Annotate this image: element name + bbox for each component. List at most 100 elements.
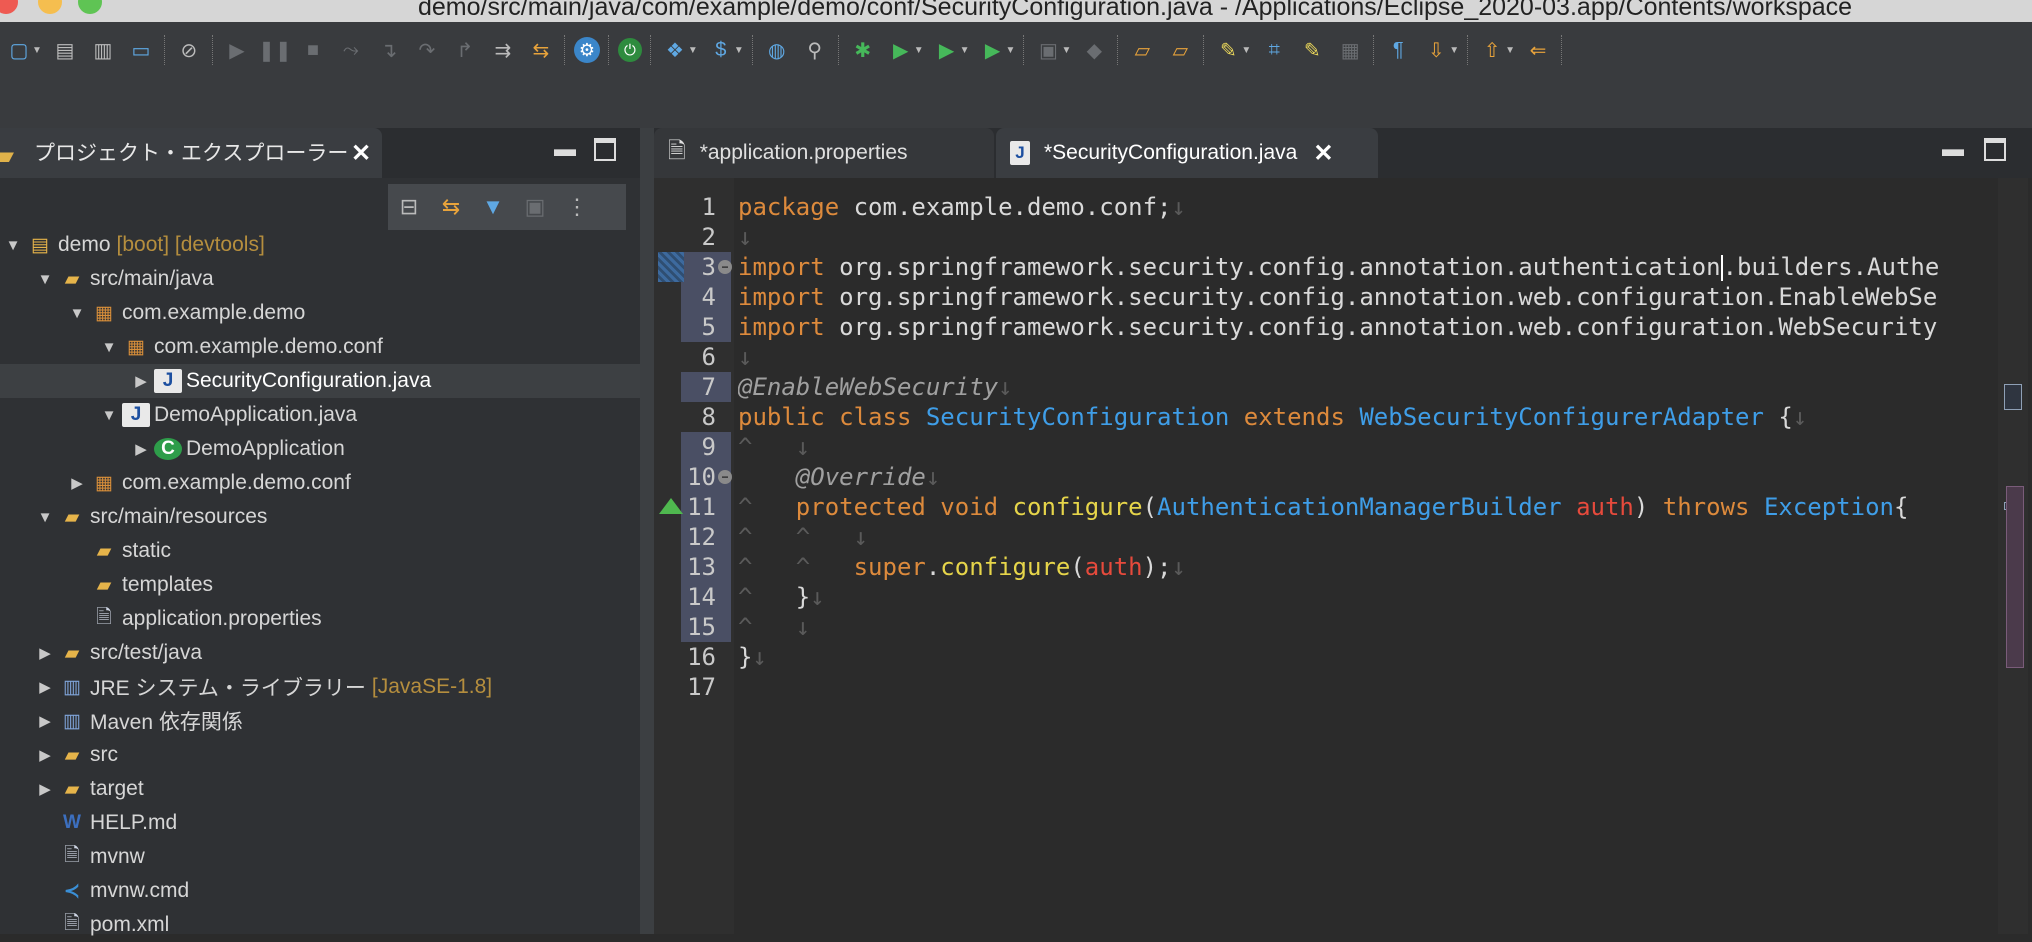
open-type-icon[interactable]: ▱ xyxy=(1127,35,1157,65)
code-line[interactable]: import org.springframework.security.conf… xyxy=(738,312,1938,342)
chevron-down-icon[interactable]: ▼ xyxy=(68,305,86,322)
chevron-down-icon[interactable]: ▼ xyxy=(1505,45,1515,56)
chevron-down-icon[interactable]: ▼ xyxy=(1449,45,1459,56)
tree-item-src-test-java[interactable]: ▶ ▰ src/test/java xyxy=(0,636,672,670)
back-icon[interactable]: ⇐ xyxy=(1523,35,1553,65)
tree-item-pkg-demo-conf-2[interactable]: ▶ ▦ com.example.demo.conf xyxy=(0,466,704,500)
toggle-mark-icon[interactable]: ✎ xyxy=(1297,35,1327,65)
minimize-icon[interactable]: ▬ xyxy=(1942,136,1964,162)
filter-icon[interactable]: ▼ xyxy=(478,192,508,222)
open-console-icon[interactable]: ▭ xyxy=(126,35,156,65)
breadcrumb-icon[interactable]: ⌗ xyxy=(1259,35,1289,65)
tree-item-pkg-demo-conf[interactable]: ▼ ▦ com.example.demo.conf xyxy=(0,330,736,364)
relaunch-icon[interactable]: ⏻ xyxy=(617,38,642,62)
tree-item-demo[interactable]: ▼ ▤ demo [boot] [devtools] xyxy=(0,228,640,262)
code-line[interactable]: ^ protected void configure(Authenticatio… xyxy=(738,492,1908,522)
tree-item-jre[interactable]: ▶ ▥ JRE システム・ライブラリー [JavaSE-1.8] xyxy=(0,670,672,704)
step-into-icon[interactable]: ↴ xyxy=(374,35,404,65)
suspend-icon[interactable]: ❚❚ xyxy=(258,35,292,65)
minimize-icon[interactable]: ▬ xyxy=(554,136,576,162)
use-step-filters-icon[interactable]: ⇆ xyxy=(526,35,556,65)
code-line[interactable]: @Override↓ xyxy=(738,462,941,492)
new-java-project-icon[interactable]: ▣ xyxy=(1033,35,1063,65)
tree-item-maven[interactable]: ▶ ▥ Maven 依存関係 xyxy=(0,704,672,738)
code-line[interactable]: ↓ xyxy=(738,222,752,252)
panel-sash[interactable] xyxy=(640,128,654,934)
spring-icon[interactable]: $ xyxy=(706,35,736,65)
chevron-right-icon[interactable]: ▶ xyxy=(36,712,54,730)
globe-icon[interactable]: ◍ xyxy=(762,35,792,65)
view-menu-icon[interactable]: ⋮ xyxy=(562,192,592,222)
step-over-icon[interactable]: ↷ xyxy=(412,35,442,65)
run-icon[interactable]: ▶ xyxy=(886,35,916,65)
external-tools-icon[interactable]: ▶ xyxy=(978,35,1008,65)
chevron-down-icon[interactable]: ▼ xyxy=(100,339,118,356)
debug-icon[interactable]: ✱ xyxy=(848,35,878,65)
tree-item-src-main-java[interactable]: ▼ ▰ src/main/java xyxy=(0,262,672,296)
code-line[interactable]: import org.springframework.security.conf… xyxy=(738,282,1938,312)
open-task-icon[interactable]: ▱ xyxy=(1165,35,1195,65)
tree-item-mvnw[interactable]: 🗎 mvnw xyxy=(0,840,672,874)
new-spring-starter-icon[interactable]: ❖ xyxy=(660,35,690,65)
collapse-fold-icon[interactable]: − xyxy=(718,260,732,274)
coverage-icon[interactable]: ▶ xyxy=(932,35,962,65)
code-line[interactable]: ^ ↓ xyxy=(738,432,810,462)
tree-item-help-md[interactable]: W HELP.md xyxy=(0,806,672,840)
chevron-down-icon[interactable]: ▼ xyxy=(960,45,970,56)
tree-item-target[interactable]: ▶ ▰ target xyxy=(0,772,672,806)
code-line[interactable]: ^ }↓ xyxy=(738,582,825,612)
search-icon[interactable]: ⚲ xyxy=(800,35,830,65)
code-line[interactable]: ^ ^ super.configure(auth);↓ xyxy=(738,552,1186,582)
overview-ruler[interactable] xyxy=(1998,178,2028,934)
code-line[interactable]: import org.springframework.security.conf… xyxy=(738,252,1938,282)
save-icon[interactable]: ▤ xyxy=(50,35,80,65)
link-with-editor-icon[interactable]: ⇆ xyxy=(436,192,466,222)
block-selection-icon[interactable]: ▦ xyxy=(1335,35,1365,65)
close-window-button[interactable] xyxy=(0,0,18,14)
tree-item-app-props[interactable]: 🗎 application.properties xyxy=(0,602,704,636)
working-set-icon[interactable]: ▣ xyxy=(520,192,550,222)
step-return-icon[interactable]: ↱ xyxy=(450,35,480,65)
chevron-down-icon[interactable]: ▼ xyxy=(688,45,698,56)
terminate-icon[interactable]: ■ xyxy=(298,35,328,65)
maximize-icon[interactable] xyxy=(594,138,616,161)
chevron-right-icon[interactable]: ▶ xyxy=(36,644,54,662)
previous-annotation-icon[interactable]: ⇧ xyxy=(1477,35,1507,65)
tree-item-pkg-demo[interactable]: ▼ ▦ com.example.demo xyxy=(0,296,704,330)
tree-item-static[interactable]: ▰ static xyxy=(0,534,704,568)
chevron-down-icon[interactable]: ▼ xyxy=(1241,45,1251,56)
project-explorer-tab[interactable]: ▰ プロジェクト・エクスプローラー ✕ xyxy=(0,128,382,178)
spring-settings-icon[interactable]: ⚙ xyxy=(573,37,600,63)
highlighter-icon[interactable]: ✎ xyxy=(1213,35,1243,65)
chevron-right-icon[interactable]: ▶ xyxy=(36,678,54,696)
code-line[interactable]: @EnableWebSecurity↓ xyxy=(738,372,1013,402)
resume-icon[interactable]: ▶ xyxy=(222,35,252,65)
tree-item-templates[interactable]: ▰ templates xyxy=(0,568,704,602)
chevron-down-icon[interactable]: ▼ xyxy=(1061,45,1071,56)
code-line[interactable]: package com.example.demo.conf;↓ xyxy=(738,192,1186,222)
overrides-method-icon[interactable] xyxy=(659,498,683,514)
chevron-down-icon[interactable]: ▼ xyxy=(36,271,54,288)
chevron-right-icon[interactable]: ▶ xyxy=(132,372,150,390)
disconnect-icon[interactable]: ⤳ xyxy=(336,35,366,65)
overview-mark[interactable] xyxy=(2004,384,2022,410)
skip-breakpoints-icon[interactable]: ⊘ xyxy=(174,35,204,65)
chevron-down-icon[interactable]: ▼ xyxy=(32,45,42,56)
code-line[interactable]: }↓ xyxy=(738,642,767,672)
chevron-down-icon[interactable]: ▼ xyxy=(36,509,54,526)
close-icon[interactable]: ✕ xyxy=(351,139,371,168)
chevron-right-icon[interactable]: ▶ xyxy=(36,780,54,798)
chevron-down-icon[interactable]: ▼ xyxy=(1006,45,1016,56)
drop-to-frame-icon[interactable]: ⇉ xyxy=(488,35,518,65)
minimize-window-button[interactable] xyxy=(38,0,62,14)
save-all-icon[interactable]: ▥ xyxy=(88,35,118,65)
chevron-right-icon[interactable]: ▶ xyxy=(36,746,54,764)
code-line[interactable]: public class SecurityConfiguration exten… xyxy=(738,402,1807,432)
show-whitespace-icon[interactable]: ¶ xyxy=(1383,35,1413,65)
collapse-all-icon[interactable]: ⊟ xyxy=(394,192,424,222)
chevron-right-icon[interactable]: ▶ xyxy=(68,474,86,492)
scrollbar-thumb[interactable] xyxy=(2006,486,2024,668)
code-area[interactable]: package com.example.demo.conf;↓ ↓ import o… xyxy=(738,178,1938,934)
maximize-icon[interactable] xyxy=(1984,138,2006,161)
chevron-down-icon[interactable]: ▼ xyxy=(914,45,924,56)
